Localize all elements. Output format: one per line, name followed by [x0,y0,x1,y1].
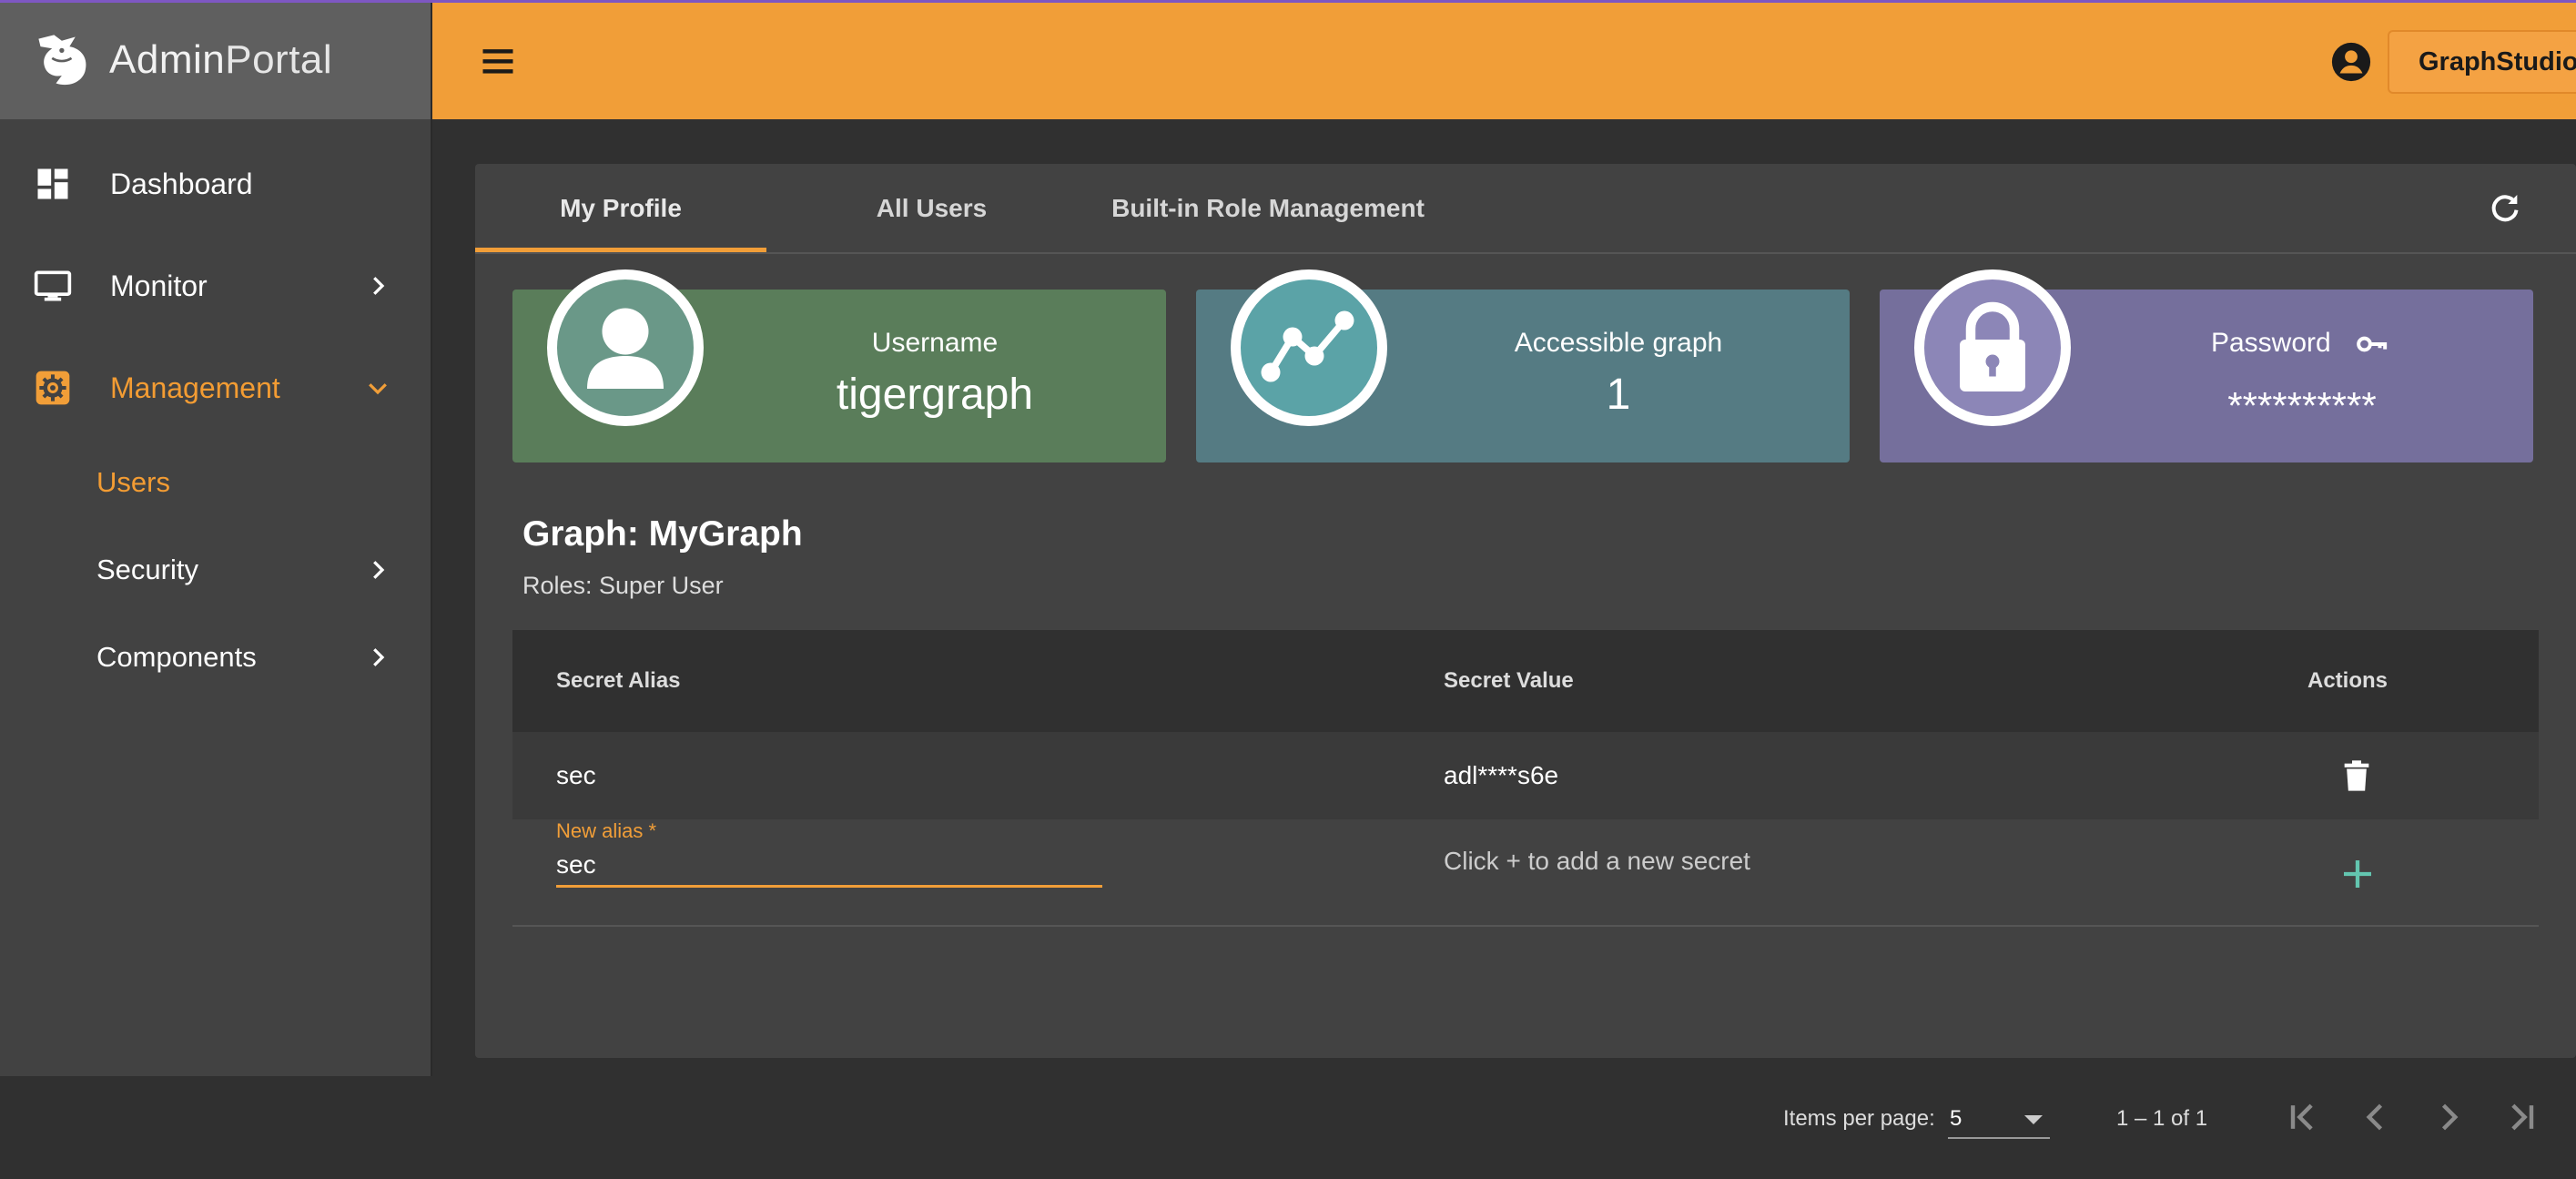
username-label: Username [871,328,999,358]
add-secret-hint: Click + to add a new secret [1444,847,1750,875]
new-alias-label: New alias * [556,819,657,842]
username-card: Username tigergraph [512,269,1166,462]
sidebar-item-label: Dashboard [110,167,253,200]
account-circle-icon[interactable] [2330,41,2372,83]
password-card: Password ********** [1880,269,2533,462]
chevron-right-icon [373,648,385,666]
column-header-value: Secret Value [1444,668,1574,693]
tab-my-profile[interactable]: My Profile [475,164,766,252]
refresh-icon[interactable] [2487,190,2523,227]
page-range-label: 1 – 1 of 1 [2116,1106,2208,1131]
secret-value-cell: adl****s6e [1444,761,1559,789]
column-header-actions: Actions [2307,668,2388,693]
sidebar-subitem-users[interactable]: Users [0,446,431,519]
brand-name: AdminPortal [109,37,332,83]
chevron-down-icon [369,383,387,395]
first-page-icon[interactable] [2283,1097,2323,1137]
tab-all-users[interactable]: All Users [766,164,1097,252]
sidebar-subitem-security[interactable]: Security [0,534,431,606]
top-header: GraphStudio [432,3,2576,119]
sidebar-item-management[interactable]: Management [0,351,431,424]
table-header: Secret Alias Secret Value Actions [512,630,2539,732]
last-page-icon[interactable] [2501,1097,2541,1137]
profile-card: My Profile All Users Built-in Role Manag… [475,164,2576,1139]
page-size-select[interactable]: 5 [1948,1101,2050,1139]
graph-roles: Roles: Super User [522,572,724,599]
paginator: Items per page: 5 1 – 1 of 1 [475,1103,2576,1179]
password-value: ********** [2227,384,2377,427]
sidebar-item-monitor[interactable]: Monitor [0,249,431,322]
chevron-right-icon [373,277,385,295]
key-icon[interactable] [2351,329,2393,360]
username-value: tigergraph [836,371,1034,419]
dashboard-icon [37,168,68,199]
chevron-right-icon [373,561,385,579]
sidebar-subitem-components[interactable]: Components [0,621,431,694]
menu-icon[interactable] [478,41,518,81]
accessible-graph-card: Accessible graph 1 [1196,269,1850,462]
secret-alias-cell: sec [556,761,596,789]
brand[interactable]: AdminPortal [0,0,431,119]
add-icon[interactable] [2339,856,2376,892]
tab-role-management[interactable]: Built-in Role Management [1097,164,1439,252]
tiger-logo-icon [38,34,86,85]
previous-page-icon[interactable] [2356,1097,2396,1137]
password-label-row: Password [1880,328,2533,360]
next-page-icon[interactable] [2429,1097,2469,1137]
sidebar-item-label: Management [110,371,280,404]
top-accent-line [0,0,2576,3]
delete-icon[interactable] [2338,757,2375,794]
brand-name-part2: Portal [225,36,333,82]
management-icon [35,371,70,405]
sidebar: AdminPortal Dashboard Monitor Management… [0,0,432,1076]
table-row: sec adl****s6e [512,732,2539,819]
monitor-icon [34,270,72,301]
sidebar-subitem-label: Components [96,641,257,673]
accessible-graph-value: 1 [1606,371,1631,419]
page-size-value: 5 [1950,1106,1962,1131]
sidebar-subitem-label: Users [96,466,170,498]
active-tab-indicator [475,248,766,252]
new-alias-input[interactable] [556,845,1102,888]
sidebar-item-dashboard[interactable]: Dashboard [0,147,431,220]
sidebar-item-label: Monitor [110,269,208,302]
graphstudio-button[interactable]: GraphStudio [2388,30,2576,94]
dropdown-arrow-icon [2024,1115,2043,1124]
sidebar-subitem-label: Security [96,554,198,585]
graph-title: Graph: MyGraph [522,514,803,554]
password-label: Password [2210,328,2331,358]
new-secret-row: New alias * Click + to add a new secret [512,819,2539,927]
items-per-page-label: Items per page: [1783,1106,1935,1131]
column-header-alias: Secret Alias [556,668,681,693]
accessible-graph-label: Accessible graph [1514,328,1723,358]
brand-name-part1: Admin [109,36,226,82]
tab-bar: My Profile All Users Built-in Role Manag… [475,164,2576,254]
secrets-table: Secret Alias Secret Value Actions sec ad… [512,630,2539,927]
